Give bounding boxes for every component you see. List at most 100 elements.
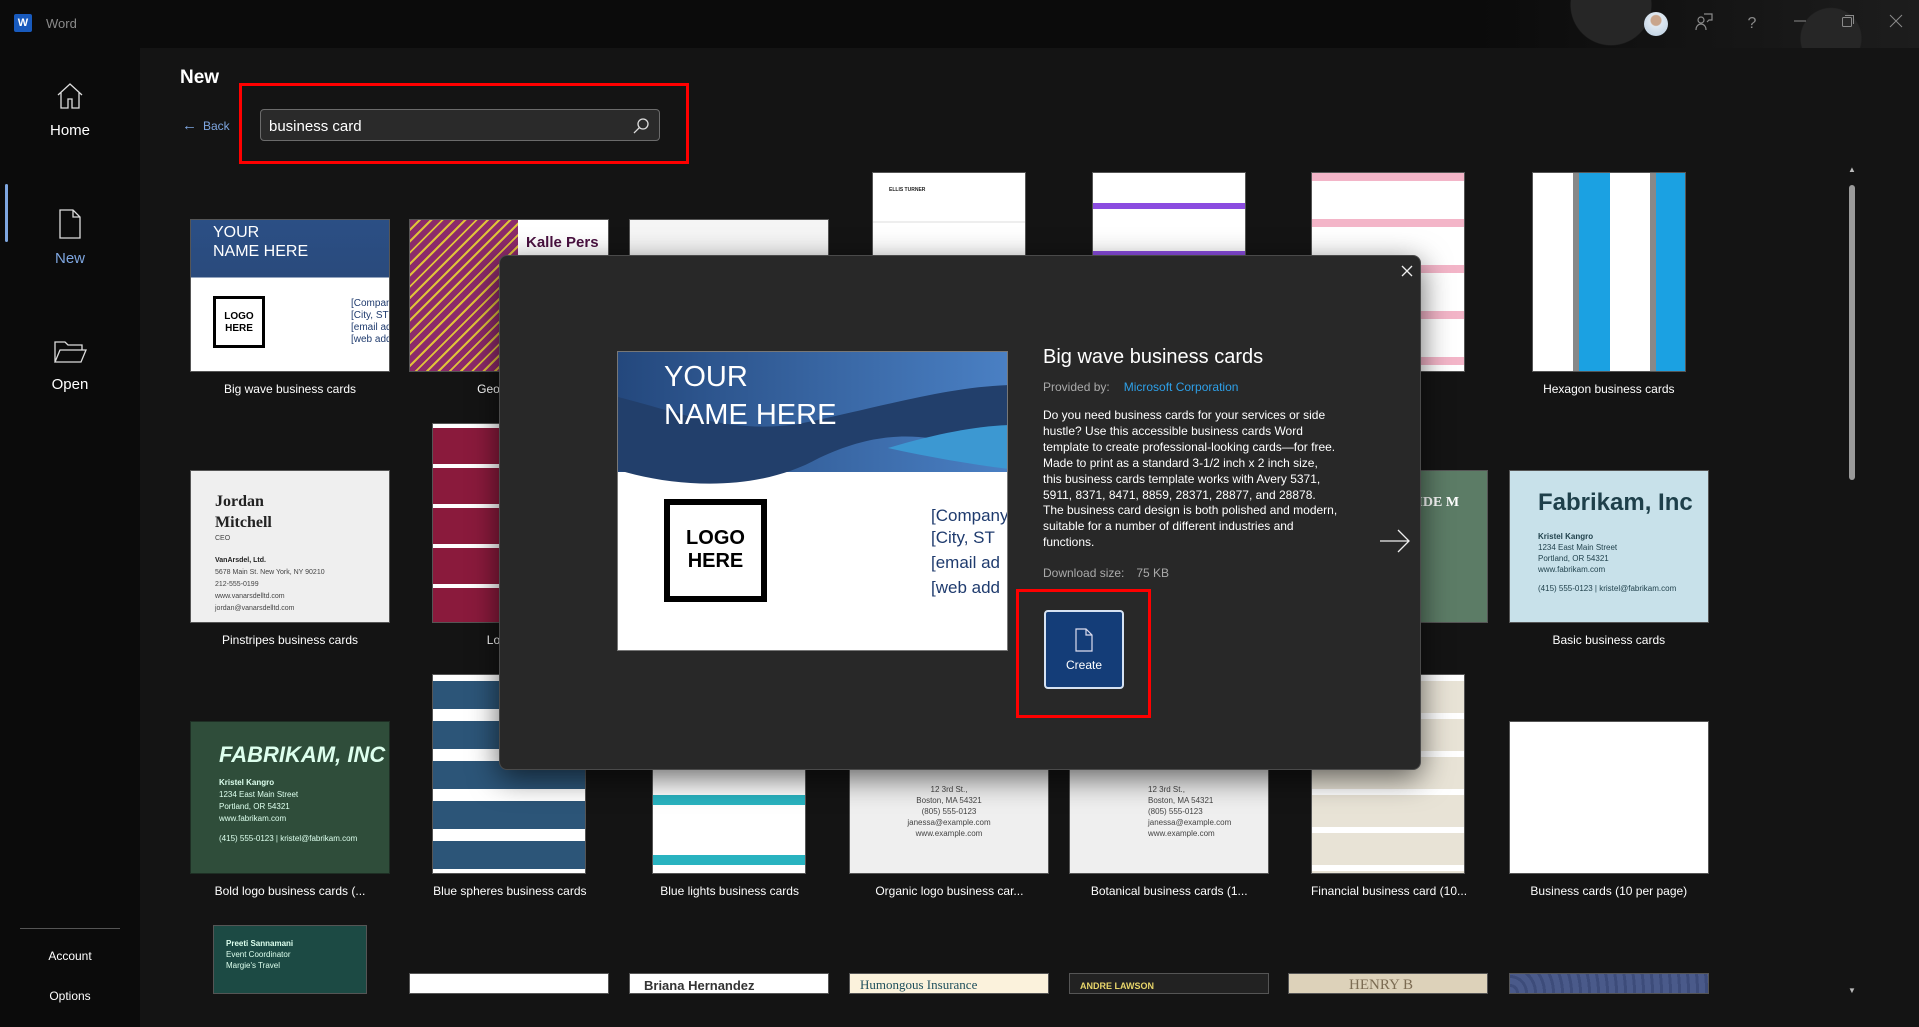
title-bar: W Word ?	[0, 0, 1919, 48]
thumbnail-text: www.fabrikam.com	[219, 814, 287, 823]
template-thumbnail[interactable]: ANDRE LAWSON	[1069, 973, 1269, 994]
thumbnail-text: Mitchell	[215, 514, 272, 531]
template-label[interactable]: Bold logo business cards (...	[180, 884, 400, 898]
help-icon[interactable]: ?	[1740, 12, 1764, 36]
template-thumbnail[interactable]	[1509, 721, 1709, 874]
template-label[interactable]: Organic logo business car...	[839, 884, 1059, 898]
home-icon	[57, 83, 83, 109]
thumbnail-text: Jordan	[215, 493, 264, 510]
back-button[interactable]: ← Back	[182, 117, 230, 134]
template-preview-dialog: YOUR NAME HERE LOGO HERE [Company [City, ST…	[499, 255, 1421, 770]
thumbnail-text-block: LOGO HERE	[213, 296, 265, 348]
back-label: Back	[203, 119, 230, 133]
page-title: New	[180, 67, 220, 88]
template-label[interactable]: Business cards (10 per page)	[1499, 884, 1719, 898]
template-label[interactable]: Financial business card (10...	[1279, 884, 1499, 898]
sidebar-item-label: Home	[49, 122, 90, 139]
thumbnail-text: [City, ST	[351, 310, 389, 321]
thumbnail-text: [email ad	[351, 322, 390, 333]
close-dialog-icon[interactable]	[1396, 260, 1418, 282]
template-thumbnail[interactable]: Humongous Insurance	[849, 973, 1049, 994]
word-logo-icon: W	[14, 14, 32, 32]
sidebar-account[interactable]: Account	[0, 949, 140, 963]
template-label[interactable]: Botanical business cards (1...	[1059, 884, 1279, 898]
template-thumbnail[interactable]: Briana Hernandez	[629, 973, 829, 994]
sidebar-divider	[20, 928, 120, 929]
template-label[interactable]: Big wave business cards	[180, 382, 400, 396]
preview-logo-line: HERE	[687, 550, 744, 572]
thumbnail-text: 12 3rd St.,	[1148, 785, 1185, 794]
minimize-icon[interactable]	[1788, 12, 1812, 36]
thumbnail-text: www.vanarsdelltd.com	[215, 593, 285, 600]
back-arrow-icon: ←	[182, 117, 197, 134]
template-thumbnail[interactable]: FABRIKAM, INC Kristel Kangro 1234 East Mai…	[190, 721, 390, 874]
thumbnail-text: HERE	[225, 323, 253, 334]
template-thumbnail[interactable]	[1532, 172, 1686, 372]
sidebar: Home New Open Account Options	[0, 48, 140, 1027]
scrollbar[interactable]: ▲ ▼	[1846, 165, 1858, 995]
template-thumbnail[interactable]	[1509, 973, 1709, 994]
scroll-up-icon[interactable]: ▲	[1846, 165, 1858, 174]
template-label[interactable]: Blue spheres business cards	[400, 884, 620, 898]
feedback-icon[interactable]	[1692, 12, 1716, 36]
thumbnail-text: CEO	[215, 535, 231, 542]
thumbnail-text: [web add	[351, 334, 390, 345]
preview-web: [web add	[931, 578, 1000, 597]
thumbnail-text: VanArsdel, Ltd.	[215, 557, 266, 564]
restore-icon[interactable]	[1836, 12, 1860, 36]
thumbnail-text: (415) 555-0123 | kristel@fabrikam.com	[219, 834, 358, 843]
sidebar-item-label: Open	[51, 376, 89, 393]
template-thumbnail[interactable]: HENRY B	[1288, 973, 1488, 994]
thumbnail-text: Humongous Insurance	[860, 977, 978, 992]
preview-logo-line: LOGO	[686, 527, 745, 549]
preview-logo: LOGO HERE	[664, 499, 767, 602]
template-label[interactable]: Basic business cards	[1499, 633, 1719, 647]
preview-city: [City, ST	[931, 528, 995, 547]
thumbnail-text: ANDRE LAWSON	[1080, 981, 1154, 991]
preview-company: [Company	[931, 506, 1008, 525]
search-input[interactable]	[269, 116, 619, 136]
search-box[interactable]	[260, 109, 660, 141]
thumbnail-text: 12 3rd St.,	[930, 785, 968, 794]
template-thumbnail[interactable]: Jordan Mitchell CEO VanArsdel, Ltd. 5678 Mai…	[190, 470, 390, 623]
sidebar-item-home[interactable]: Home	[0, 80, 140, 139]
template-preview-image: YOUR NAME HERE LOGO HERE [Company [City, ST…	[617, 351, 1008, 651]
sidebar-options[interactable]: Options	[0, 989, 140, 1003]
thumbnail-text: Boston, MA 54321	[916, 796, 982, 805]
create-label: Create	[1065, 658, 1103, 672]
thumbnail-text-block: Kristel Kangro 1234 East Main Street Portl…	[1538, 531, 1676, 594]
template-thumbnail[interactable]: Fabrikam, Inc Kristel Kangro 1234 East Mai…	[1509, 470, 1709, 623]
download-size-label: Download size:	[1043, 566, 1125, 580]
provider-link[interactable]: Microsoft Corporation	[1124, 380, 1239, 394]
next-template-arrow-icon[interactable]	[1378, 528, 1412, 554]
thumbnail-text: jordan@vanarsdelltd.com	[215, 605, 295, 612]
scrollbar-thumb[interactable]	[1849, 185, 1855, 480]
template-label[interactable]: Pinstripes business cards	[180, 633, 400, 647]
thumbnail-text: Portland, OR 54321	[219, 802, 290, 811]
thumbnail-text: Briana Hernandez	[644, 978, 755, 993]
thumbnail-text: Kristel Kangro	[1538, 532, 1594, 541]
thumbnail-text: (805) 555-0123	[921, 807, 977, 816]
close-window-icon[interactable]	[1884, 12, 1908, 36]
sidebar-item-open[interactable]: Open	[0, 338, 140, 393]
thumbnail-text: NAME HERE	[213, 243, 309, 260]
template-thumbnail[interactable]: Preeti Sannamani Event Coordinator Margie'…	[213, 925, 367, 994]
thumbnail-text: janessa@example.com	[907, 818, 991, 827]
thumbnail-text: www.example.com	[1148, 829, 1215, 838]
create-button[interactable]: Create	[1044, 610, 1124, 689]
template-thumbnail[interactable]	[409, 973, 609, 994]
download-size: Download size: 75 KB	[1043, 566, 1169, 580]
template-label[interactable]: Blue lights business cards	[620, 884, 840, 898]
template-label[interactable]: Hexagon business cards	[1499, 382, 1719, 396]
provided-by-label: Provided by:	[1043, 380, 1110, 394]
thumbnail-text: Fabrikam, Inc	[1538, 489, 1693, 516]
thumbnail-text: (805) 555-0123	[1148, 807, 1203, 816]
template-thumbnail[interactable]: YOUR NAME HERE LOGOHERE [Company[City, ST[e…	[190, 219, 390, 372]
avatar[interactable]	[1644, 12, 1668, 36]
sidebar-item-new[interactable]: New	[0, 208, 140, 267]
search-icon[interactable]	[631, 116, 651, 136]
document-icon	[1075, 628, 1093, 652]
provided-by: Provided by: Microsoft Corporation	[1043, 380, 1238, 394]
thumbnail-text: Kristel Kangro	[219, 778, 275, 787]
scroll-down-icon[interactable]: ▼	[1846, 986, 1858, 995]
